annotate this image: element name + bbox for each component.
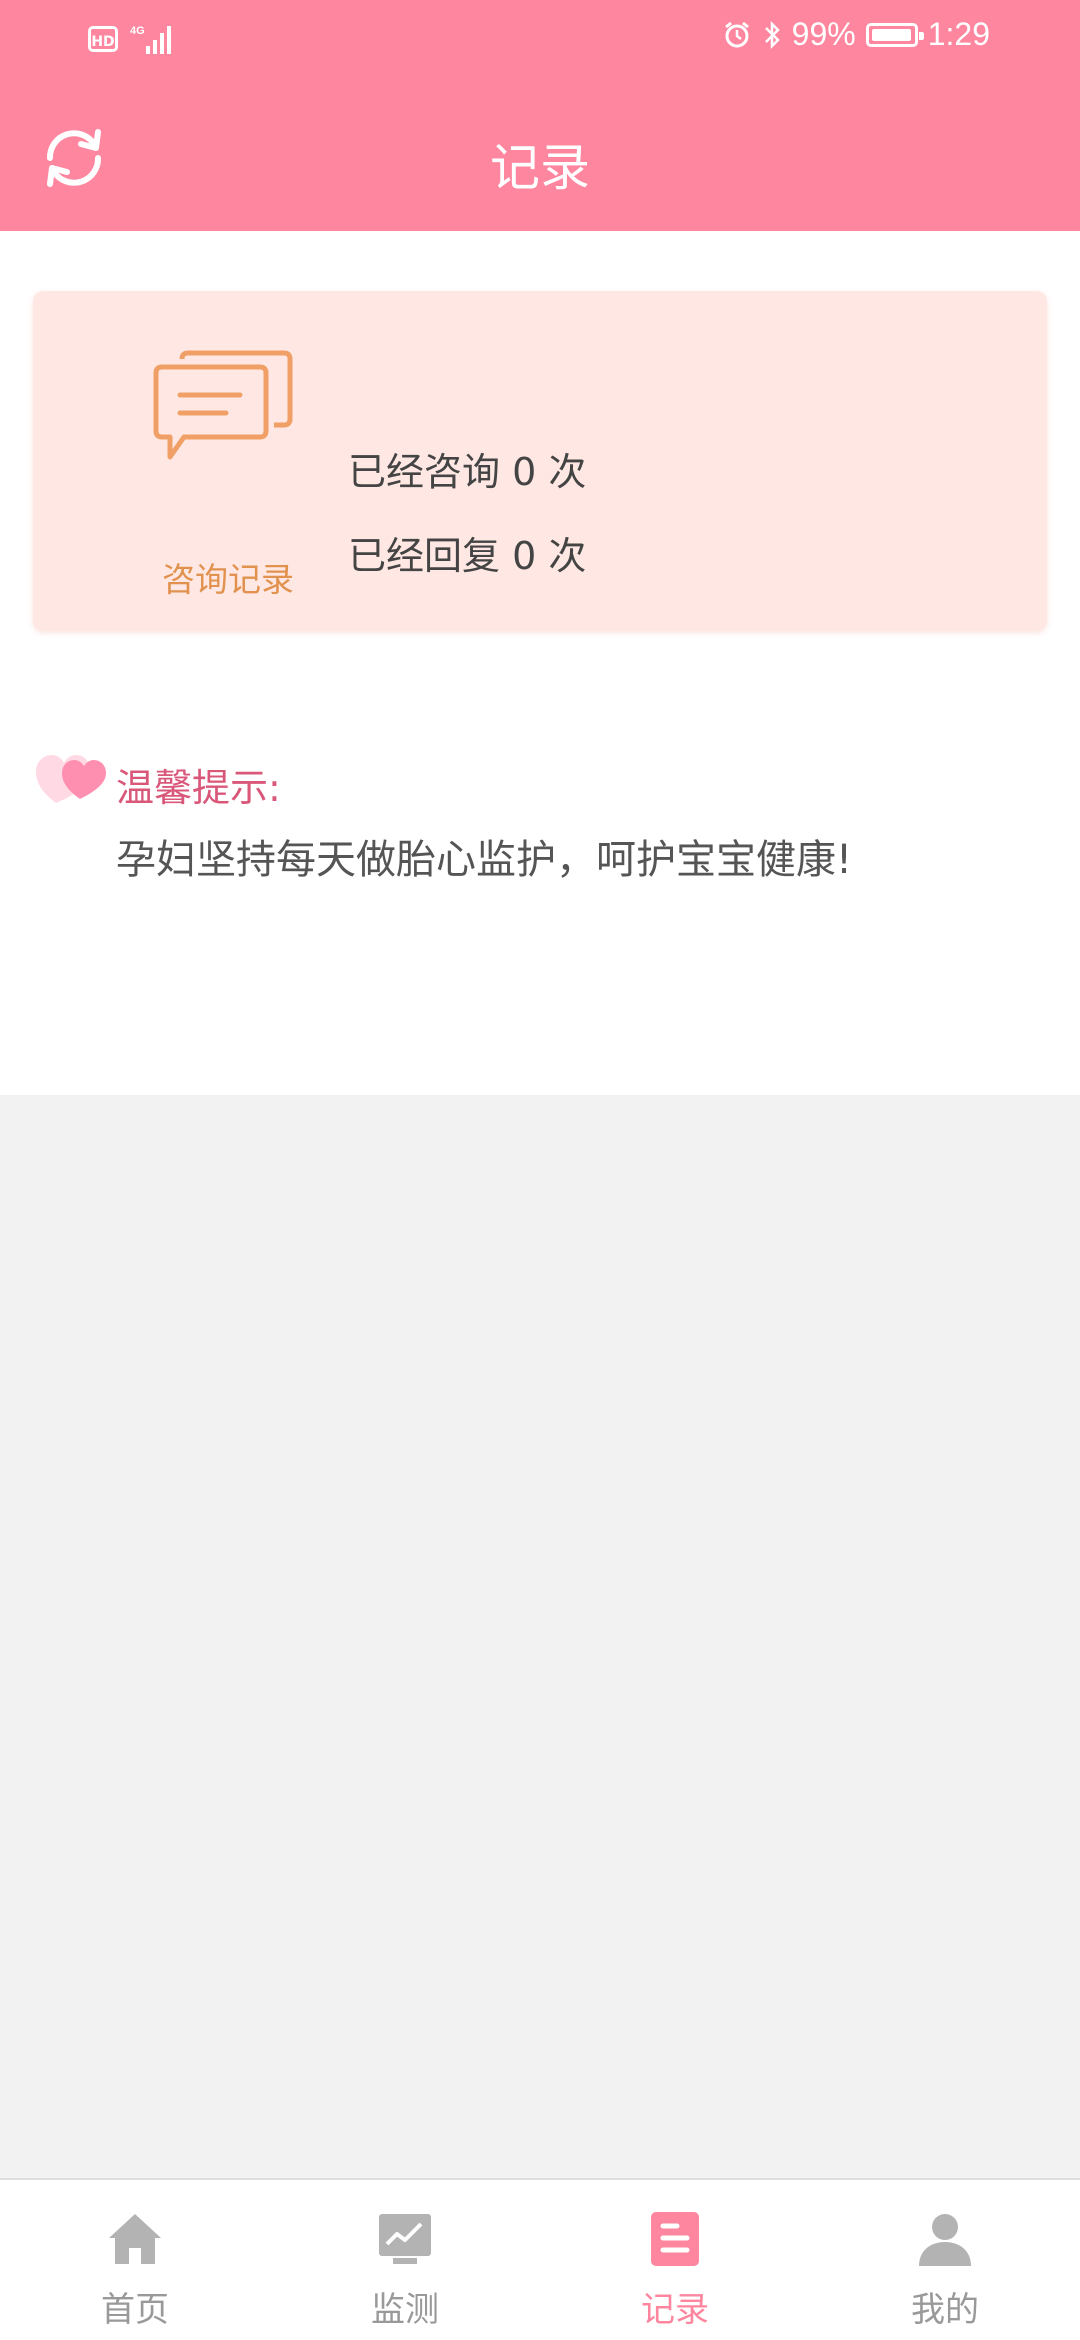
- signal-icon: 4G: [130, 25, 171, 54]
- user-icon: [919, 2214, 971, 2266]
- network-type: 4G: [130, 25, 145, 37]
- heart-icon: [36, 755, 106, 803]
- monitor-chart-icon: [379, 2214, 431, 2264]
- status-left: HD 4G: [88, 22, 176, 56]
- tip-text: 孕妇坚持每天做胎心监护，呵护宝宝健康!: [116, 837, 853, 883]
- clock: 1:29: [927, 16, 990, 52]
- record-list-icon: [651, 2212, 699, 2266]
- battery-level: [871, 28, 912, 41]
- consult-record-card[interactable]: 咨询记录 已经咨询 0 次 已经回复 0 次: [33, 291, 1047, 631]
- nav-row: 记录: [0, 100, 1080, 210]
- page-title: 记录: [490, 139, 590, 197]
- battery-icon: [865, 22, 924, 47]
- tab-monitor-label: 监测: [371, 2290, 439, 2330]
- replied-count: 已经回复 0 次: [348, 534, 587, 578]
- hd-icon: HD: [88, 26, 118, 52]
- status-right: 99% 1:29: [722, 16, 990, 53]
- alarm-icon: [724, 21, 749, 47]
- tab-monitor[interactable]: 监测: [270, 2180, 540, 2340]
- bottom-tab-bar: 首页 监测 记录 我的: [0, 2178, 1080, 2340]
- tab-mine-label: 我的: [911, 2290, 979, 2330]
- tab-record-label: 记录: [641, 2290, 709, 2330]
- consult-record-label: 咨询记录: [162, 560, 294, 599]
- chat-bubbles-icon: [153, 350, 293, 460]
- tab-home[interactable]: 首页: [0, 2180, 270, 2340]
- tab-record[interactable]: 记录: [540, 2180, 810, 2340]
- status-bar: HD 4G 99% 1:29: [0, 0, 1080, 80]
- app-header: HD 4G 99% 1:29 记录: [0, 0, 1080, 231]
- home-icon: [109, 2214, 161, 2264]
- battery-percent: 99%: [791, 16, 856, 52]
- tab-mine[interactable]: 我的: [810, 2180, 1080, 2340]
- bluetooth-icon: [764, 20, 780, 49]
- tip-title: 温馨提示:: [116, 766, 281, 810]
- main-content: 咨询记录 已经咨询 0 次 已经回复 0 次 温馨提示: 孕妇坚持每天做胎心监护…: [0, 231, 1080, 1095]
- consulted-count: 已经咨询 0 次: [348, 450, 587, 494]
- tab-home-label: 首页: [101, 2290, 169, 2330]
